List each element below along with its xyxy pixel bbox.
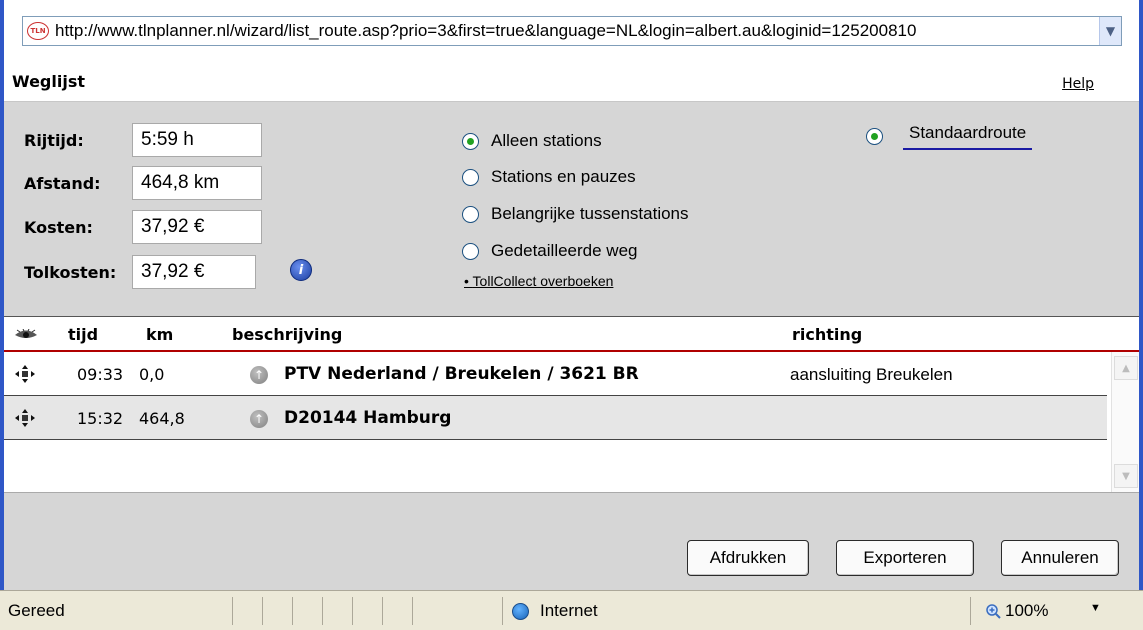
status-text: Gereed: [8, 601, 65, 620]
route-table-header: tijd km beschrijving richting: [4, 316, 1139, 352]
status-divider: [502, 597, 503, 625]
eye-icon[interactable]: [14, 329, 38, 341]
row-km: 0,0: [139, 365, 165, 384]
export-button[interactable]: Exporteren: [836, 540, 974, 576]
rijtijd-field: 5:59 h: [132, 123, 262, 157]
route-table-body: 09:33 0,0 ↑ PTV Nederland / Breukelen / …: [4, 352, 1139, 492]
scroll-up-icon[interactable]: ▲: [1114, 356, 1138, 380]
row-beschrijving: PTV Nederland / Breukelen / 3621 BR: [284, 364, 639, 384]
kosten-label: Kosten:: [24, 217, 93, 237]
print-button[interactable]: Afdrukken: [687, 540, 809, 576]
column-tijd: tijd: [68, 325, 99, 344]
table-row[interactable]: 15:32 464,8 ↑ D20144 Hamburg: [4, 396, 1107, 440]
option-label: Belangrijke tussenstations: [491, 204, 689, 223]
row-tijd: 09:33: [77, 365, 124, 384]
status-divider: [352, 597, 353, 625]
info-icon[interactable]: i: [290, 259, 312, 281]
rijtijd-row: Rijtijd: 5:59 h: [24, 123, 262, 157]
page-title: Weglijst: [12, 72, 86, 91]
direction-up-arrow-icon: ↑: [250, 366, 268, 384]
column-richting: richting: [792, 325, 863, 344]
tollcollect-link-label[interactable]: TollCollect overboeken: [473, 273, 614, 289]
rijtijd-label: Rijtijd:: [24, 130, 84, 150]
zone-text: Internet: [540, 601, 598, 620]
table-row[interactable]: 09:33 0,0 ↑ PTV Nederland / Breukelen / …: [4, 352, 1107, 396]
globe-icon: [512, 603, 529, 620]
site-favicon-icon: TLN: [27, 22, 49, 40]
radio-selected-icon[interactable]: [462, 132, 479, 150]
button-bar: Afdrukken Exporteren Annuleren: [4, 492, 1139, 590]
address-bar-area: TLN http://www.tlnplanner.nl/wizard/list…: [4, 0, 1139, 62]
zoom-magnifier-icon[interactable]: [985, 603, 1001, 619]
column-beschrijving: beschrijving: [232, 325, 343, 344]
zoom-dropdown-icon[interactable]: ▼: [1090, 602, 1101, 614]
option-label: Alleen stations: [491, 131, 602, 150]
address-dropdown-icon[interactable]: ▼: [1099, 17, 1121, 45]
status-divider: [232, 597, 233, 625]
radio-selected-icon[interactable]: [866, 128, 883, 145]
tolkosten-row: Tolkosten: 37,92 €: [24, 255, 256, 289]
status-divider: [262, 597, 263, 625]
radio-unselected-icon[interactable]: [462, 205, 479, 223]
status-bar: Gereed Internet 100% ▼: [0, 590, 1143, 630]
status-divider: [322, 597, 323, 625]
radio-unselected-icon[interactable]: [462, 168, 479, 186]
status-divider: [412, 597, 413, 625]
kosten-field: 37,92 €: [132, 210, 262, 244]
status-divider: [970, 597, 971, 625]
vertical-scrollbar[interactable]: ▲ ▼: [1111, 352, 1139, 492]
row-beschrijving: D20144 Hamburg: [284, 408, 452, 428]
expand-arrows-icon[interactable]: [14, 364, 36, 384]
option-label: Stations en pauzes: [491, 167, 636, 186]
afstand-label: Afstand:: [24, 173, 101, 193]
option-gedetailleerde-weg[interactable]: Gedetailleerde weg: [462, 237, 637, 265]
scroll-down-icon[interactable]: ▼: [1114, 464, 1138, 488]
option-label: Gedetailleerde weg: [491, 241, 638, 260]
tollcollect-link[interactable]: • TollCollect overboeken: [464, 273, 613, 289]
afstand-field: 464,8 km: [132, 166, 262, 200]
url-text[interactable]: http://www.tlnplanner.nl/wizard/list_rou…: [55, 21, 1095, 41]
kosten-row: Kosten: 37,92 €: [24, 210, 262, 244]
row-richting: aansluiting Breukelen: [790, 365, 953, 384]
option-belangrijke-tussenstations[interactable]: Belangrijke tussenstations: [462, 200, 689, 228]
afstand-row: Afstand: 464,8 km: [24, 166, 262, 200]
status-divider: [292, 597, 293, 625]
row-km: 464,8: [139, 409, 185, 428]
route-summary-panel: Rijtijd: 5:59 h Afstand: 464,8 km Kosten…: [4, 103, 1139, 315]
page-header: Weglijst Help: [4, 62, 1139, 102]
row-tijd: 15:32: [77, 409, 124, 428]
option-alleen-stations[interactable]: Alleen stations: [462, 127, 602, 155]
status-divider: [382, 597, 383, 625]
option-stations-en-pauzes[interactable]: Stations en pauzes: [462, 163, 636, 191]
column-km: km: [146, 325, 174, 344]
zoom-level[interactable]: 100%: [1005, 601, 1048, 621]
direction-up-arrow-icon: ↑: [250, 410, 268, 428]
tolkosten-field: 37,92 €: [132, 255, 256, 289]
standaardroute-label: Standaardroute: [903, 123, 1033, 150]
expand-arrows-icon[interactable]: [14, 408, 36, 428]
help-link[interactable]: Help: [1062, 76, 1094, 92]
tolkosten-label: Tolkosten:: [24, 262, 117, 282]
address-bar[interactable]: TLN http://www.tlnplanner.nl/wizard/list…: [22, 16, 1122, 46]
radio-unselected-icon[interactable]: [462, 242, 479, 260]
cancel-button[interactable]: Annuleren: [1001, 540, 1119, 576]
option-standaardroute[interactable]: Standaardroute: [866, 123, 1033, 150]
